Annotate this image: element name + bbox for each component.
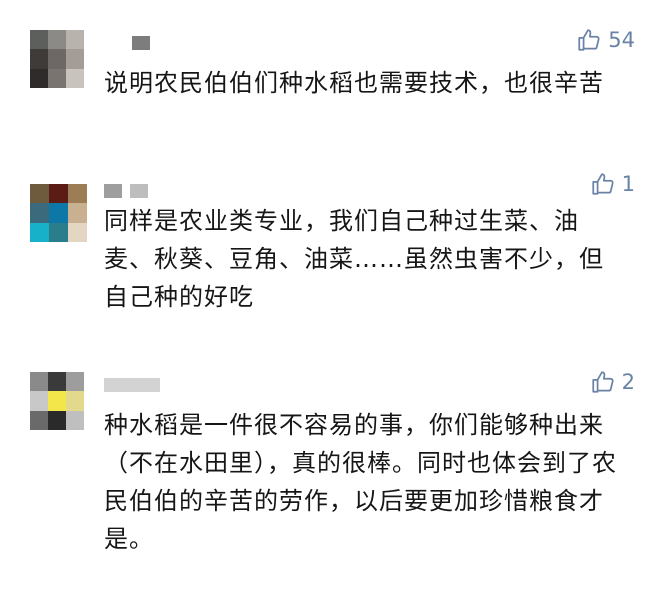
comment-text: 同样是农业类专业，我们自己种过生菜、油麦、秋葵、豆角、油菜……虽然虫害不少，但自…: [104, 207, 604, 311]
username-redacted[interactable]: [104, 378, 160, 392]
avatar-pixel: [66, 69, 84, 88]
avatar-pixel: [48, 49, 66, 69]
thumbs-up-icon: [578, 29, 600, 51]
like-count: 2: [621, 370, 635, 394]
avatar-pixel: [66, 30, 84, 49]
avatar-pixel: [48, 391, 66, 411]
avatar-pixel: [30, 184, 49, 203]
avatar-pixel: [48, 30, 66, 49]
thumbs-up-icon: [592, 371, 614, 393]
avatar-pixel: [66, 391, 84, 411]
avatar-pixel: [68, 184, 87, 203]
avatar-pixel: [68, 223, 87, 242]
avatar-pixel: [68, 203, 87, 223]
thumbs-up-icon: [592, 173, 614, 195]
username-redacted[interactable]: [104, 36, 150, 50]
comment-text: 说明农民伯伯们种水稻也需要技术，也很辛苦: [104, 69, 604, 97]
avatar-pixel: [30, 391, 48, 411]
like-button[interactable]: 54: [576, 26, 635, 54]
avatar-pixel: [30, 223, 49, 242]
avatar-pixel: [48, 372, 66, 391]
avatar-pixel: [30, 30, 48, 49]
avatar-pixel: [49, 184, 68, 203]
avatar-pixel: [30, 69, 48, 88]
avatar-pixel: [66, 411, 84, 430]
avatar-pixel: [30, 372, 48, 391]
like-button[interactable]: 2: [590, 368, 635, 396]
avatar-pixel: [49, 223, 68, 242]
avatar-pixel: [30, 411, 48, 430]
avatar-pixel: [49, 203, 68, 223]
like-count: 54: [608, 28, 635, 52]
comment-text: 种水稻是一件很不容易的事，你们能够种出来（不在水田里），真的很棒。同时也体会到了…: [104, 411, 617, 553]
avatar-pixel: [66, 372, 84, 391]
avatar[interactable]: [30, 30, 84, 88]
avatar-pixel: [30, 49, 48, 69]
avatar[interactable]: [30, 372, 84, 430]
avatar-pixel: [48, 411, 66, 430]
avatar-pixel: [48, 69, 66, 88]
avatar[interactable]: [30, 184, 87, 242]
avatar-pixel: [66, 49, 84, 69]
like-count: 1: [621, 172, 635, 196]
like-button[interactable]: 1: [590, 170, 635, 198]
avatar-pixel: [30, 203, 49, 223]
username-redacted[interactable]: [104, 184, 148, 198]
